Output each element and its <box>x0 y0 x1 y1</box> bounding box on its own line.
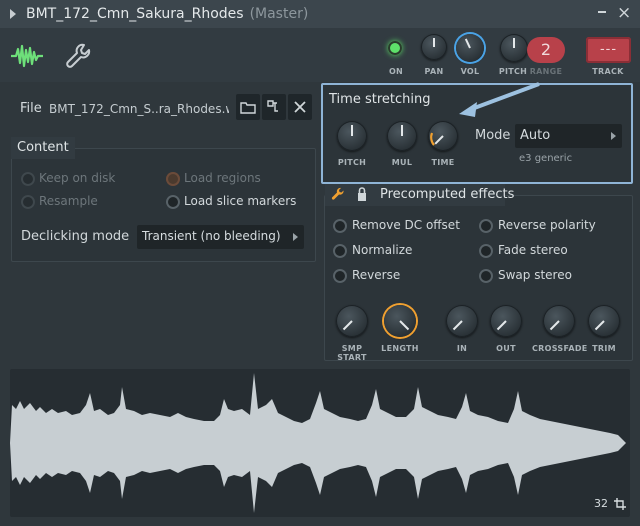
load-regions-label: Load regions <box>184 171 261 185</box>
open-folder-icon[interactable] <box>236 94 260 120</box>
trim-knob[interactable] <box>588 305 620 337</box>
pan-label: PAN <box>424 67 444 76</box>
in-label: IN <box>456 344 468 353</box>
ts-pitch-label: PITCH <box>337 158 367 167</box>
mode-sub: e3 generic <box>519 153 573 164</box>
remove-file-icon[interactable] <box>288 94 312 120</box>
reverse-label: Reverse <box>352 268 401 282</box>
resample-radio[interactable] <box>21 195 35 209</box>
waveform-graphic <box>10 373 626 513</box>
wrench-icon[interactable] <box>58 36 98 76</box>
minimize-icon[interactable] <box>595 7 609 21</box>
lock-icon[interactable] <box>356 186 368 202</box>
remove-dc-label: Remove DC offset <box>352 218 460 232</box>
crossfade-knob[interactable] <box>543 305 575 337</box>
file-name: BMT_172_Cmn_S..ra_Rhodes.wav <box>49 102 229 116</box>
crossfade-label: CROSSFADE <box>532 344 588 353</box>
normalize-radio[interactable] <box>333 244 347 258</box>
fade-stereo-radio[interactable] <box>479 244 493 258</box>
load-regions-radio[interactable] <box>166 172 180 186</box>
chevron-right-icon <box>293 233 298 241</box>
file-row: File BMT_172_Cmn_S..ra_Rhodes.wav <box>11 94 312 124</box>
swap-stereo-radio[interactable] <box>479 269 493 283</box>
track-button[interactable]: --- <box>586 37 631 63</box>
file-label: File <box>20 101 42 116</box>
chevron-right-icon <box>611 132 616 140</box>
locate-file-icon[interactable] <box>262 94 286 120</box>
mode-label: Mode <box>475 128 511 143</box>
length-label: LENGTH <box>381 344 419 353</box>
collapse-arrow-icon[interactable] <box>10 9 16 19</box>
ts-time-knob[interactable] <box>428 121 458 151</box>
resample-label: Resample <box>39 194 98 208</box>
zoom-value: 32 <box>594 497 608 510</box>
reverse-polarity-radio[interactable] <box>479 219 493 233</box>
in-knob[interactable] <box>446 305 478 337</box>
window-title: BMT_172_Cmn_Sakura_Rhodes <box>26 6 244 22</box>
ts-time-label: TIME <box>431 158 455 167</box>
precomputed-title: Precomputed effects <box>380 187 515 202</box>
pan-knob[interactable] <box>421 34 447 60</box>
declicking-mode-select[interactable]: Transient (no bleeding) <box>137 225 304 249</box>
crop-icon[interactable] <box>614 498 626 510</box>
declicking-mode-label: Declicking mode <box>21 229 130 244</box>
vol-label: VOL <box>460 67 480 76</box>
ts-mul-label: MUL <box>391 158 413 167</box>
keep-on-disk-label: Keep on disk <box>39 171 116 185</box>
window-subtitle: (Master) <box>249 6 309 22</box>
pitch-label: PITCH <box>498 67 528 76</box>
trim-label: TRIM <box>592 344 616 353</box>
load-slice-markers-label: Load slice markers <box>184 194 297 208</box>
reverse-polarity-label: Reverse polarity <box>498 218 596 232</box>
declicking-mode-value: Transient (no bleeding) <box>142 229 281 243</box>
load-slice-markers-radio[interactable] <box>166 195 180 209</box>
keep-on-disk-radio[interactable] <box>21 172 35 186</box>
mode-value: Auto <box>520 128 551 143</box>
ts-pitch-knob[interactable] <box>337 121 367 151</box>
waveform-display[interactable] <box>10 369 630 517</box>
out-label: OUT <box>496 344 516 353</box>
swap-stereo-label: Swap stereo <box>498 268 572 282</box>
ts-mul-knob[interactable] <box>387 121 417 151</box>
range-label: RANGE <box>529 67 563 76</box>
pitch-knob[interactable] <box>500 34 528 62</box>
remove-dc-radio[interactable] <box>333 219 347 233</box>
length-knob[interactable] <box>384 305 416 337</box>
reverse-radio[interactable] <box>333 269 347 283</box>
fade-stereo-label: Fade stereo <box>498 243 568 257</box>
mode-select[interactable]: Auto <box>515 124 622 148</box>
track-label: TRACK <box>592 67 624 76</box>
smp-start-knob[interactable] <box>336 305 368 337</box>
annotation-arrow-icon <box>459 82 540 117</box>
waveform-icon[interactable] <box>5 34 49 78</box>
close-icon[interactable]: × <box>617 4 631 22</box>
on-led[interactable] <box>388 41 402 55</box>
time-stretching-title: Time stretching <box>329 92 431 107</box>
out-knob[interactable] <box>490 305 522 337</box>
smp-start-label: SMP START <box>337 344 367 362</box>
on-label: ON <box>388 67 404 76</box>
vol-knob[interactable] <box>456 34 484 62</box>
pitch-range-value[interactable]: 2 <box>527 37 565 63</box>
normalize-label: Normalize <box>352 243 413 257</box>
title-bar: BMT_172_Cmn_Sakura_Rhodes (Master) × <box>0 0 640 28</box>
content-title: Content <box>11 137 75 159</box>
wrench-icon[interactable] <box>330 186 346 202</box>
